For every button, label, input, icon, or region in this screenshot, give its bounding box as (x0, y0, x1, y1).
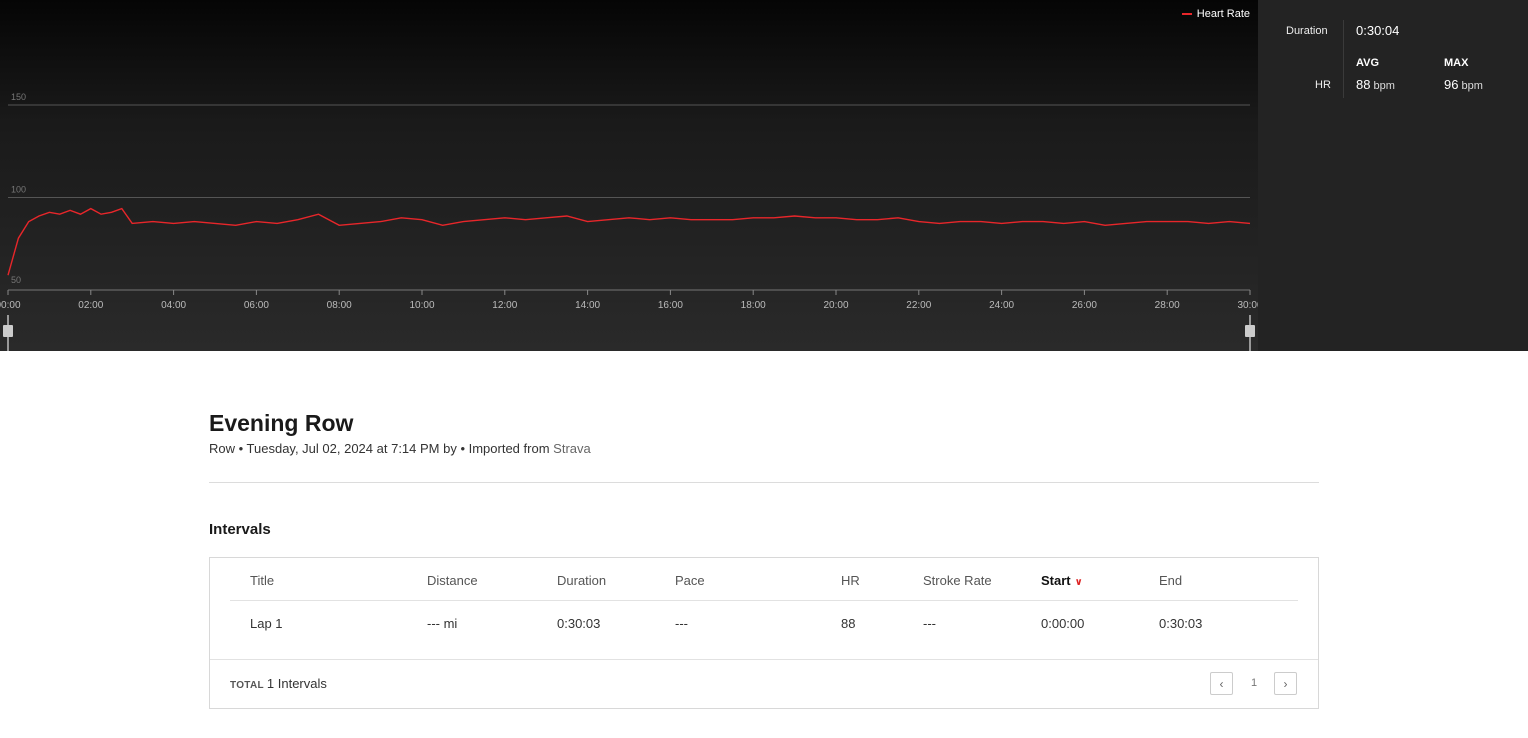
x-tick-label-12: 24:00 (989, 300, 1014, 311)
chevron-right-icon: › (1283, 676, 1288, 691)
header-divider (230, 600, 1298, 601)
total-label: TOTAL (230, 680, 264, 691)
source-link-strava[interactable]: Strava (553, 441, 591, 456)
legend-label: Heart Rate (1196, 8, 1250, 20)
total-value: 1 Intervals (266, 676, 327, 691)
activity-subtitle: Row • Tuesday, Jul 02, 2024 at 7:14 PM b… (209, 441, 591, 456)
stats-panel: Duration 0:30:04 AVG MAX HR 88 bpm 96 bpm (1258, 0, 1528, 351)
hr-avg-value: 88 bpm (1356, 77, 1395, 92)
col-header-hr[interactable]: HR (841, 573, 860, 588)
y-tick-label-0: 50 (11, 275, 21, 285)
prev-page-button[interactable]: ‹ (1210, 672, 1233, 695)
cell-end: 0:30:03 (1159, 616, 1203, 631)
table-total: TOTAL 1 Intervals (230, 676, 327, 691)
range-handle-0 (3, 325, 13, 337)
stats-divider (1343, 20, 1344, 98)
y-tick-label-2: 150 (11, 92, 26, 102)
col-header-duration[interactable]: Duration (557, 573, 606, 588)
legend-swatch-heart-rate (1181, 13, 1192, 15)
max-header: MAX (1444, 57, 1469, 69)
hr-max-value: 96 bpm (1444, 77, 1483, 92)
col-header-pace[interactable]: Pace (675, 573, 705, 588)
sort-desc-icon: ∨ (1074, 577, 1083, 588)
hr-label: HR (1315, 79, 1331, 91)
next-page-button[interactable]: › (1274, 672, 1297, 695)
cell-duration: 0:30:03 (557, 616, 601, 631)
col-header-start[interactable]: Start ∨ (1041, 573, 1083, 588)
col-header-title[interactable]: Title (250, 573, 274, 588)
cell-pace: --- (675, 616, 688, 631)
x-tick-label-2: 04:00 (161, 300, 186, 311)
avg-header: AVG (1356, 57, 1380, 69)
x-tick-label-7: 14:00 (575, 300, 600, 311)
heart-rate-chart: 50 100 150 00:00 02:00 04:00 06:00 08:00 10:00 12… (0, 92, 1258, 351)
hr-max-number: 96 (1444, 77, 1459, 92)
activity-title: Evening Row (209, 410, 354, 436)
hr-avg-unit: bpm (1373, 80, 1395, 92)
duration-label: Duration (1286, 25, 1328, 37)
footer-divider (210, 659, 1318, 660)
x-tick-label-9: 18:00 (741, 300, 766, 311)
x-tick-label-11: 22:00 (906, 300, 931, 311)
col-header-stroke-rate[interactable]: Stroke Rate (923, 573, 992, 588)
cell-distance: --- mi (427, 616, 458, 631)
x-tick-label-14: 28:00 (1155, 300, 1180, 311)
cell-hr: 88 (841, 616, 856, 631)
x-tick-label-6: 12:00 (492, 300, 517, 311)
duration-value: 0:30:04 (1356, 23, 1400, 38)
range-handle-1 (1245, 325, 1255, 337)
cell-title: Lap 1 (250, 616, 283, 631)
x-tick-label-0: 00:00 (0, 300, 21, 311)
intervals-table: Title Distance Duration Pace HR Stroke R… (209, 557, 1319, 709)
x-tick-label-3: 06:00 (244, 300, 269, 311)
chevron-left-icon: ‹ (1219, 676, 1224, 691)
x-tick-label-8: 16:00 (658, 300, 683, 311)
x-tick-label-5: 10:00 (409, 300, 434, 311)
workout-analysis-header: 50 100 150 00:00 02:00 04:00 06:00 08:00 10:00 12… (0, 0, 1528, 351)
hr-max-unit: bpm (1461, 80, 1483, 92)
section-divider (209, 482, 1319, 483)
col-header-distance[interactable]: Distance (427, 573, 478, 588)
x-tick-label-15: 30:00 (1237, 300, 1258, 311)
page-number: 1 (1250, 677, 1258, 689)
activity-meta: Row • Tuesday, Jul 02, 2024 at 7:14 PM b… (209, 441, 550, 456)
x-tick-label-13: 26:00 (1072, 300, 1097, 311)
hr-avg-number: 88 (1356, 77, 1371, 92)
col-header-end[interactable]: End (1159, 573, 1182, 588)
intervals-heading: Intervals (209, 521, 271, 538)
series-line-heart-rate (7, 207, 1251, 276)
heart-rate-chart-panel: 50 100 150 00:00 02:00 04:00 06:00 08:00 10:00 12… (0, 0, 1258, 351)
cell-stroke-rate: --- (923, 616, 936, 631)
cell-start: 0:00:00 (1041, 616, 1085, 631)
x-tick-label-4: 08:00 (327, 300, 352, 311)
y-tick-label-1: 100 (11, 185, 26, 195)
col-header-start-label: Start (1041, 573, 1071, 588)
x-tick-label-10: 20:00 (823, 300, 848, 311)
chart-legend: Heart Rate (1181, 8, 1250, 20)
x-tick-label-1: 02:00 (78, 300, 103, 311)
